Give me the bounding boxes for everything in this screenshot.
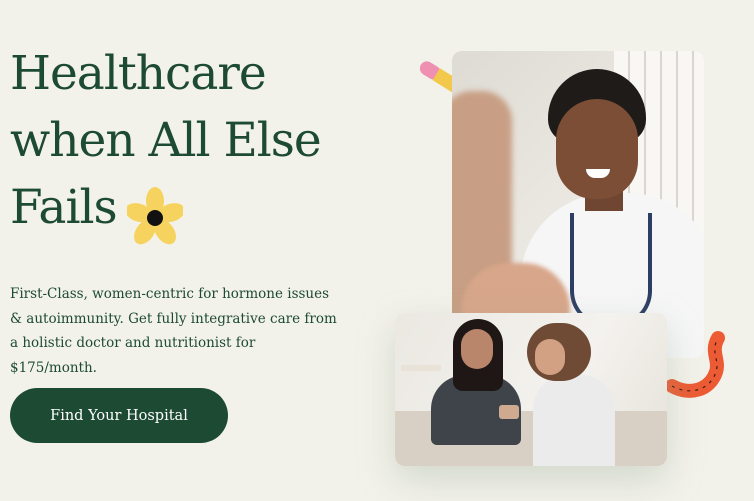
- consultation-photo: [395, 313, 667, 466]
- squiggle-icon: [665, 331, 725, 398]
- hero-title-line-1: Healthcare: [10, 46, 267, 101]
- hero-title-line-2: when All Else: [10, 113, 322, 168]
- find-hospital-button[interactable]: Find Your Hospital: [10, 388, 228, 443]
- doctor-photo: [452, 51, 704, 358]
- flower-icon: [127, 187, 183, 245]
- hero-subtitle: First-Class, women-centric for hormone i…: [10, 286, 337, 376]
